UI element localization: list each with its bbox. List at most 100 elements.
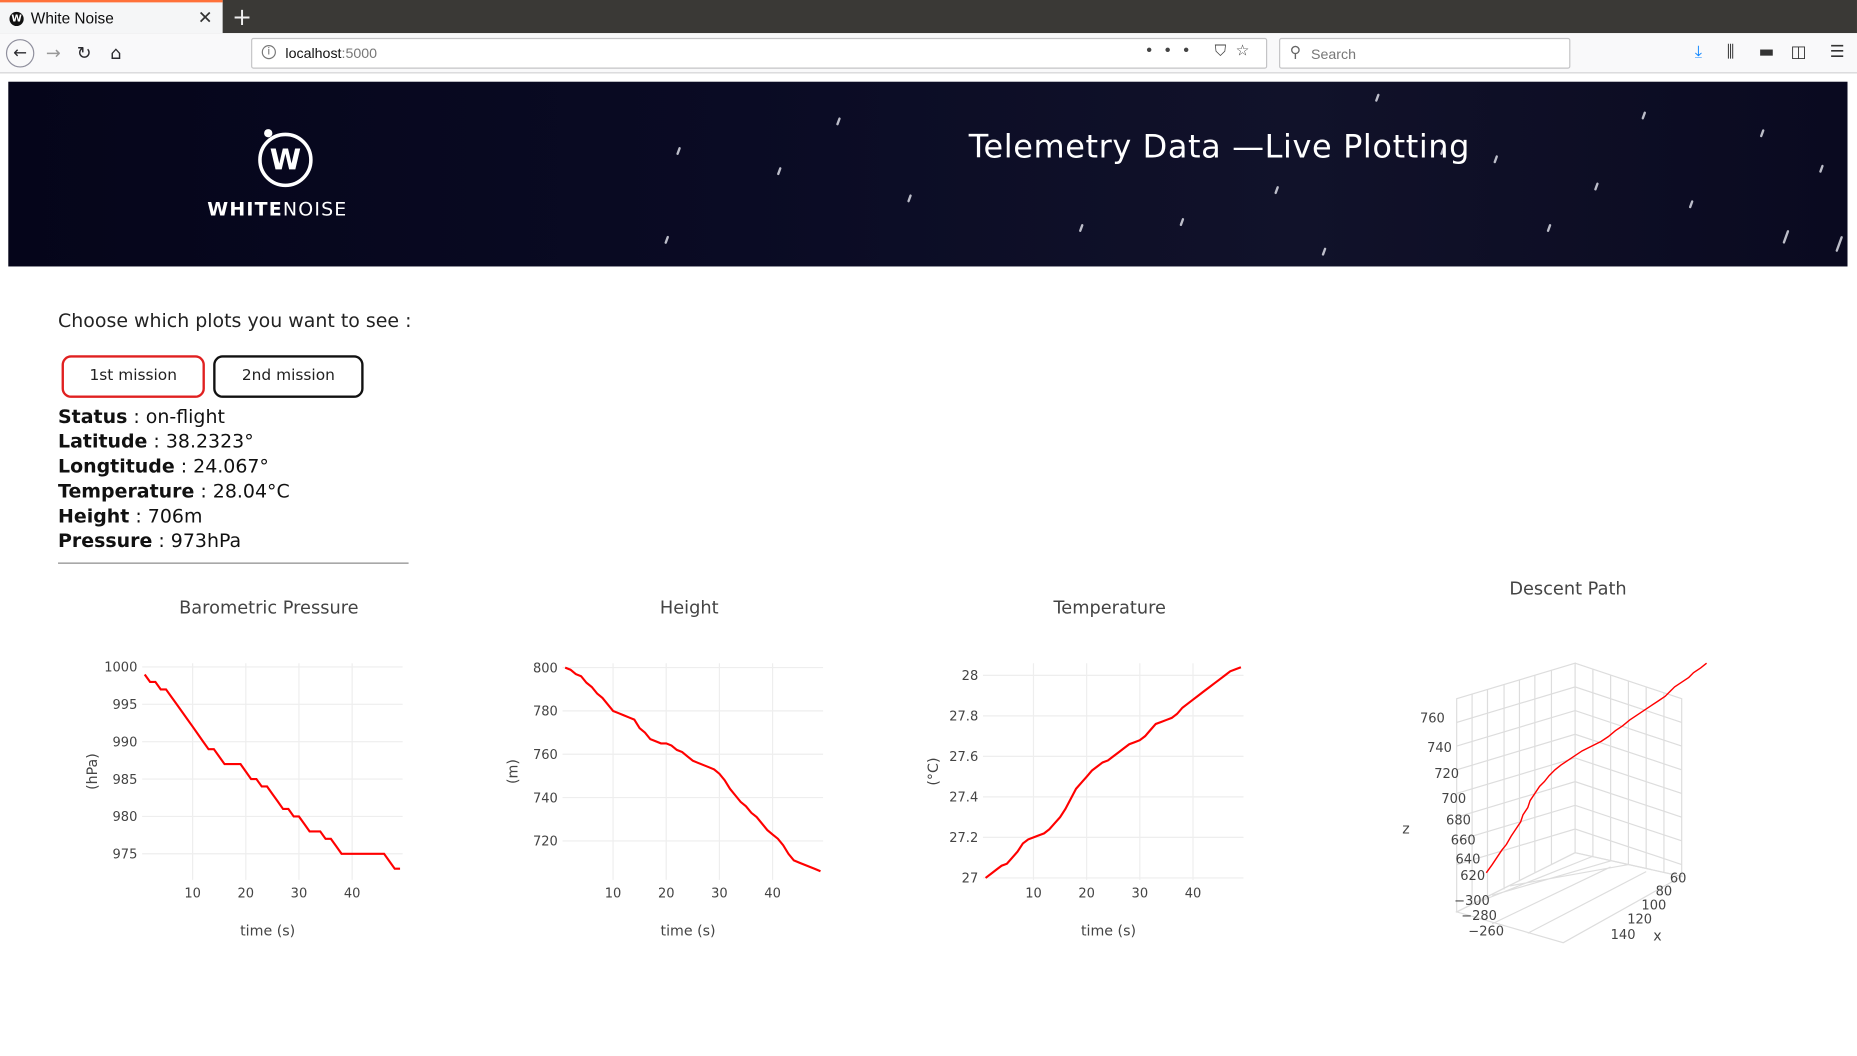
y-tick-label: 1000 (104, 661, 137, 676)
pressure-line: Pressure : 973hPa (58, 529, 242, 552)
y-tick: −300 (1454, 894, 1490, 909)
x-tick: 80 (1656, 884, 1673, 899)
series-line (984, 666, 1242, 879)
x-tick: 140 (1611, 928, 1636, 943)
descent-path-chart[interactable]: Descent Path 760 740 720 700 680 660 640… (1374, 568, 1765, 959)
new-tab-icon[interactable]: + (232, 2, 252, 30)
download-icon[interactable]: ⤓ (1695, 43, 1702, 62)
height-chart[interactable]: Height 10 20 30 40 720 740 760 780 800 time (s) (m) (468, 586, 859, 953)
x-tick-label: 20 (238, 887, 255, 902)
telemetry-status: Status : on-flight Latitude : 38.2323° L… (58, 404, 290, 553)
search-icon: ⚲ (1289, 43, 1301, 62)
nav-bar: ← → ↻ ⌂ i localhost:5000 ••• ⛉☆ ⚲ Search… (0, 33, 1857, 74)
y-tick-label: 800 (533, 661, 558, 676)
x-tick-label: 30 (1132, 887, 1149, 902)
browser-tab[interactable]: W White Noise ✕ (0, 0, 223, 34)
menu-icon[interactable]: ☰ (1830, 43, 1845, 62)
url-bar[interactable]: i localhost:5000 ••• ⛉☆ (251, 37, 1268, 69)
y-tick-label: 740 (533, 791, 558, 806)
x-tick-label: 40 (344, 887, 361, 902)
x-tick-label: 40 (1185, 887, 1202, 902)
temperature-chart[interactable]: Temperature 10 20 30 40 27 27.2 27.4 27.6 27.8 28 t… (888, 586, 1279, 953)
info-icon[interactable]: i (261, 45, 276, 60)
x-tick: 60 (1670, 871, 1687, 886)
tab-bar: W White Noise ✕ + (0, 0, 1857, 34)
x-tick-label: 20 (658, 887, 675, 902)
pressure-chart[interactable]: Barometric Pressure 10 20 30 40 975 980 985 990 9… (47, 586, 438, 953)
y-tick-label: 975 (113, 848, 138, 863)
y-tick-label: 990 (113, 735, 138, 750)
reload-icon[interactable]: ↻ (71, 40, 97, 66)
x-axis-title: time (s) (1081, 924, 1136, 940)
x-tick-label: 10 (1025, 887, 1042, 902)
y-tick-label: 27.8 (949, 710, 978, 725)
z-axis-label: z (1402, 822, 1409, 838)
y-tick-label: 28 (962, 669, 979, 684)
y-tick-label: 27 (962, 872, 979, 887)
x-axis-title: time (s) (661, 924, 716, 940)
logo-icon: W (258, 132, 313, 188)
url-text: localhost:5000 (285, 45, 378, 62)
y-tick-label: 27.6 (949, 750, 978, 765)
latitude-line: Latitude : 38.2323° (58, 429, 254, 453)
x-tick: 120 (1627, 913, 1652, 928)
library-icon[interactable]: ⫼ (1727, 43, 1735, 62)
mission-2-button[interactable]: 2nd mission (213, 355, 364, 398)
search-input[interactable]: Search (1311, 46, 1356, 63)
header-banner: W WHITENOISE Telemetry Data —Live Plotti… (8, 81, 1848, 267)
z-tick: 700 (1441, 792, 1466, 807)
chart-title: Barometric Pressure (179, 598, 358, 618)
x-tick-label: 10 (605, 887, 622, 902)
page-actions-icon[interactable]: ••• ⛉☆ (1145, 43, 1259, 61)
z-tick: 720 (1434, 767, 1459, 782)
x-axis-title: time (s) (240, 924, 295, 940)
close-tab-icon[interactable]: ✕ (198, 7, 213, 28)
plot-selection-prompt: Choose which plots you want to see : (58, 309, 412, 332)
back-icon[interactable]: ← (5, 39, 35, 68)
status-line: Status : on-flight (58, 405, 225, 428)
chart-title: Temperature (1052, 598, 1165, 618)
home-icon[interactable]: ⌂ (103, 40, 129, 66)
y-tick-label: 760 (533, 748, 558, 763)
y-axis-title: (hPa) (85, 753, 101, 790)
page-title: Telemetry Data —Live Plotting (968, 129, 1471, 166)
tab-title: White Noise (30, 9, 114, 28)
search-bar[interactable]: ⚲ Search (1279, 37, 1571, 69)
z-tick: 660 (1451, 833, 1476, 848)
y-tick-label: 720 (533, 835, 558, 850)
forward-icon[interactable]: → (40, 40, 66, 66)
favicon-icon: W (9, 11, 24, 27)
height-line: Height : 706m (58, 504, 203, 528)
y-tick-label: 985 (113, 773, 138, 788)
z-tick: 740 (1427, 741, 1452, 756)
z-tick: 760 (1420, 711, 1445, 726)
z-tick: 620 (1460, 869, 1485, 884)
y-tick-label: 995 (113, 698, 138, 713)
temperature-line: Temperature : 28.04°C (58, 479, 290, 503)
mission-1-button[interactable]: 1st mission (61, 355, 205, 398)
y-tick-label: 780 (533, 705, 558, 720)
chart-title: Height (660, 598, 719, 618)
x-tick: 100 (1641, 899, 1666, 914)
x-tick-label: 40 (764, 887, 781, 902)
y-tick: −280 (1461, 909, 1497, 924)
logo-wordmark: WHITENOISE (207, 197, 348, 221)
sidebar-icon[interactable]: ◫ (1791, 43, 1807, 62)
x-tick-label: 30 (291, 887, 308, 902)
longitude-line: Longtitude : 24.067° (58, 454, 269, 478)
x-tick-label: 10 (184, 887, 201, 902)
z-tick: 680 (1446, 813, 1471, 828)
y-tick: −260 (1468, 925, 1504, 940)
x-tick-label: 20 (1078, 887, 1095, 902)
chart-title: Descent Path (1509, 580, 1626, 600)
y-tick-label: 27.2 (949, 831, 978, 846)
extension-icon[interactable]: ▬ (1759, 43, 1775, 62)
y-tick-label: 980 (113, 810, 138, 825)
divider (58, 562, 409, 564)
y-axis-title: (°C) (926, 758, 942, 786)
x-axis-label: x (1653, 928, 1661, 944)
series-line (143, 673, 401, 870)
z-tick: 640 (1456, 852, 1481, 867)
x-tick-label: 30 (711, 887, 728, 902)
y-axis-title: (m) (506, 759, 522, 784)
